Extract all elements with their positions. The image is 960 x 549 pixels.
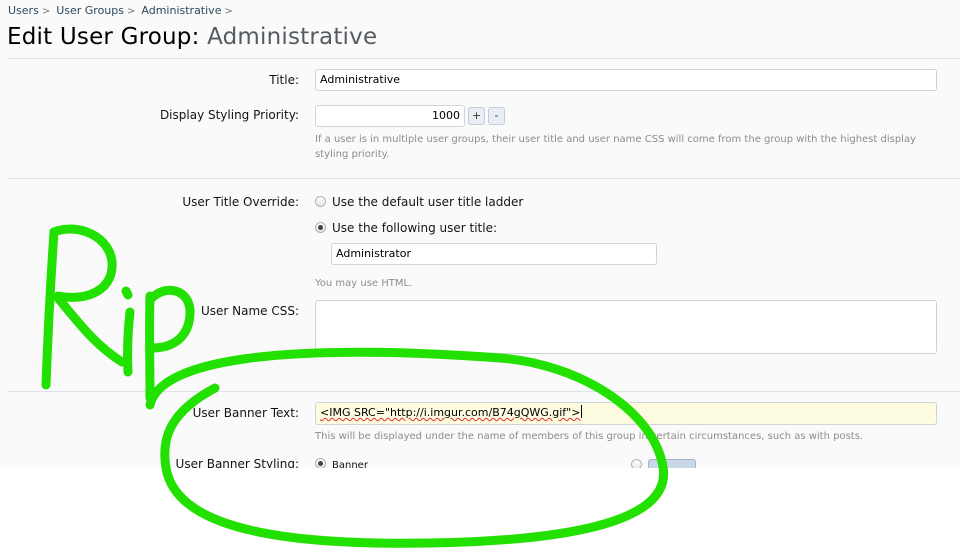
breadcrumb-separator: > [41, 6, 51, 17]
radio-banner-style-button[interactable] [315, 458, 326, 468]
section-divider [8, 391, 960, 392]
page-title: Edit User Group: Administrative [7, 24, 377, 50]
title-override-label: User Title Override: [182, 195, 299, 209]
banner-style-preview[interactable] [648, 459, 696, 468]
name-css-textarea[interactable] [315, 300, 937, 354]
radio-default-title-label: Use the default user title ladder [332, 195, 524, 209]
radio-default-title[interactable]: Use the default user title ladder [315, 195, 523, 209]
priority-hint: If a user is in multiple user groups, th… [315, 134, 916, 160]
radio-banner-style[interactable]: Banner [315, 458, 368, 468]
banner-styling-label: User Banner Styling: [175, 457, 299, 468]
section-divider [8, 178, 960, 179]
decrement-button[interactable]: - [488, 107, 505, 125]
page-title-group-name: Administrative [207, 24, 378, 50]
breadcrumb: Users > User Groups > Administrative > [8, 4, 239, 17]
increment-button[interactable]: + [468, 107, 485, 125]
breadcrumb-user-groups[interactable]: User Groups [56, 4, 124, 17]
title-input[interactable]: Administrative [315, 69, 937, 91]
name-css-label: User Name CSS: [200, 304, 299, 318]
radio-custom-title[interactable]: Use the following user title: [315, 221, 497, 235]
banner-text-input[interactable]: <IMG SRC="http://i.imgur.com/B74gQWG.gif… [315, 402, 937, 425]
admin-panel: Users > User Groups > Administrative > Edit U… [0, 0, 960, 468]
banner-text-value: <IMG SRC="http://i.imgur.com/B74gQWG.gif… [320, 406, 581, 419]
radio-default-title-button[interactable] [315, 196, 326, 207]
breadcrumb-separator: > [224, 6, 233, 17]
banner-text-hint: This will be displayed under the name of… [315, 431, 864, 442]
custom-title-input[interactable]: Administrator [331, 243, 657, 265]
title-label: Title: [269, 73, 299, 87]
radio-banner-style-alt[interactable] [631, 459, 642, 468]
html-hint: You may use HTML. [315, 278, 413, 289]
priority-label: Display Styling Priority: [159, 108, 299, 122]
section-divider [8, 58, 960, 59]
radio-custom-title-button[interactable] [315, 222, 326, 233]
radio-custom-title-label: Use the following user title: [332, 221, 497, 235]
banner-text-label: User Banner Text: [192, 406, 299, 420]
radio-banner-style-label: Banner [332, 460, 368, 468]
breadcrumb-administrative[interactable]: Administrative [141, 4, 221, 17]
page-title-text: Edit User Group: [7, 24, 200, 50]
priority-input[interactable]: 1000 [315, 105, 465, 127]
breadcrumb-separator: > [127, 6, 136, 17]
breadcrumb-users[interactable]: Users [8, 4, 39, 17]
text-caret [581, 405, 583, 418]
